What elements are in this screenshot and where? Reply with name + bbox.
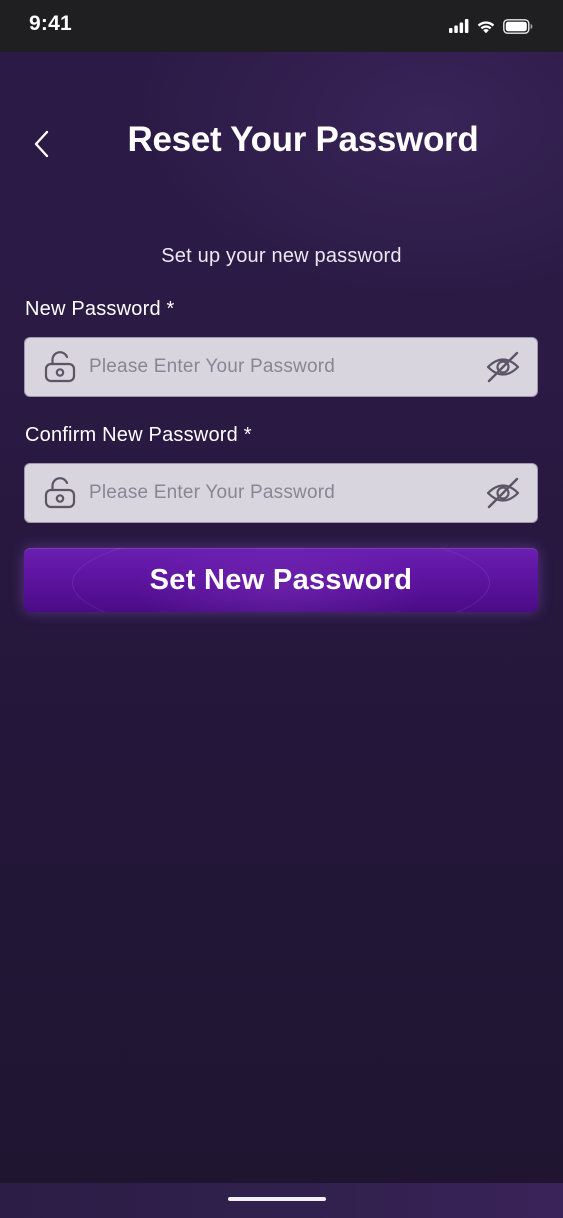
chevron-left-icon <box>34 130 49 158</box>
home-indicator[interactable] <box>228 1197 326 1201</box>
new-password-label: New Password * <box>25 298 175 320</box>
new-password-field[interactable] <box>24 337 538 397</box>
unlock-icon <box>44 477 76 509</box>
status-icons <box>449 16 533 36</box>
battery-icon <box>503 18 533 34</box>
set-new-password-button[interactable]: Set New Password <box>24 548 538 612</box>
page-subtitle: Set up your new password <box>161 245 402 267</box>
back-button[interactable] <box>22 122 62 166</box>
confirm-password-field[interactable] <box>24 463 538 523</box>
confirm-password-label: Confirm New Password * <box>25 424 252 446</box>
cellular-signal-icon <box>449 19 469 33</box>
status-bar: 9:41 <box>0 0 563 52</box>
eye-off-icon[interactable] <box>485 350 521 384</box>
unlock-icon <box>44 351 76 383</box>
eye-off-icon[interactable] <box>485 476 521 510</box>
status-time: 9:41 <box>29 12 72 35</box>
set-new-password-label: Set New Password <box>149 563 413 596</box>
reset-password-screen: 9:41 Reset Your Password Set up your new… <box>0 0 563 1218</box>
wifi-icon <box>476 19 496 34</box>
page-title: Reset Your Password <box>127 120 479 159</box>
confirm-password-input[interactable] <box>89 464 479 522</box>
new-password-input[interactable] <box>89 338 479 396</box>
